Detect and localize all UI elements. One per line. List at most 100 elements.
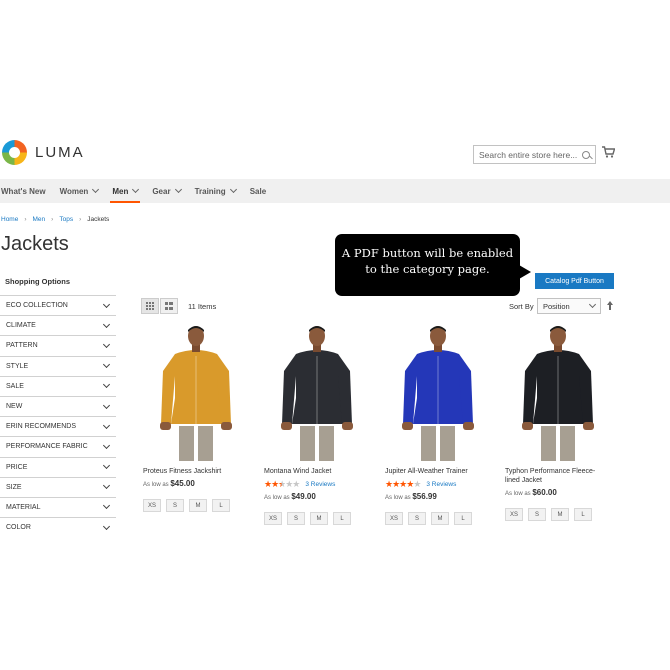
product-image[interactable] <box>383 326 498 461</box>
breadcrumb-men[interactable]: Men <box>33 216 46 223</box>
annotation-callout: A PDF button will be enabled to the cate… <box>335 234 520 296</box>
main-navigation: What's New Women Men Gear Training Sale <box>0 179 670 203</box>
size-swatch-l[interactable]: L <box>333 512 351 525</box>
model-figure <box>522 326 594 461</box>
shopping-options-title: Shopping Options <box>5 277 70 286</box>
size-swatch-m[interactable]: M <box>551 508 569 521</box>
nav-item-sale[interactable]: Sale <box>243 179 273 203</box>
product-name[interactable]: Proteus Fitness Jackshirt <box>143 467 248 476</box>
filter-climate[interactable]: CLIMATE <box>0 315 116 335</box>
breadcrumb-tops[interactable]: Tops <box>59 216 73 223</box>
filter-label: ERIN RECOMMENDS <box>6 423 77 431</box>
size-swatch-l[interactable]: L <box>212 499 230 512</box>
size-swatch-m[interactable]: M <box>431 512 449 525</box>
price-amount: $60.00 <box>532 488 557 497</box>
sort-direction-arrow-icon[interactable] <box>607 301 613 310</box>
reviews-link[interactable]: 3 Reviews <box>426 481 456 488</box>
filter-label: PERFORMANCE FABRIC <box>6 443 88 451</box>
annotation-line-1: A PDF button will be enabled <box>341 246 514 260</box>
search-icon[interactable] <box>582 150 590 159</box>
filter-erin-recommends[interactable]: ERIN RECOMMENDS <box>0 416 116 436</box>
chevron-down-icon <box>102 361 111 369</box>
sort-by-select[interactable]: Position <box>537 298 601 314</box>
nav-item-men[interactable]: Men <box>105 179 145 203</box>
price-amount: $45.00 <box>170 479 195 488</box>
filter-pattern[interactable]: PATTERN <box>0 335 116 355</box>
list-view-button[interactable] <box>160 298 178 314</box>
product-name[interactable]: Montana Wind Jacket <box>264 467 369 476</box>
chevron-down-icon <box>102 320 111 328</box>
nav-item-label: What's New <box>1 186 46 196</box>
filter-label: SIZE <box>6 483 22 491</box>
size-swatch-s[interactable]: S <box>166 499 184 512</box>
product-price: As low as $45.00 <box>143 479 195 488</box>
reviews-link[interactable]: 3 Reviews <box>305 481 335 488</box>
product-image[interactable] <box>503 326 618 461</box>
chevron-down-icon <box>174 185 182 194</box>
chevron-down-icon <box>102 401 111 409</box>
size-swatch-l[interactable]: L <box>454 512 472 525</box>
product-name[interactable]: Jupiter All-Weather Trainer <box>385 467 490 476</box>
size-swatch-xs[interactable]: XS <box>143 499 161 512</box>
product-rating: ★★★★★ 3 Reviews <box>385 479 456 490</box>
chevron-down-icon <box>92 185 100 194</box>
product-image[interactable] <box>262 326 377 461</box>
size-swatches: XS S M L <box>264 512 351 525</box>
nav-item-women[interactable]: Women <box>53 179 106 203</box>
cart-icon[interactable] <box>602 146 615 158</box>
filter-label: COLOR <box>6 524 31 530</box>
nav-item-label: Sale <box>249 186 267 196</box>
product-card[interactable]: Proteus Fitness Jackshirt As low as $45.0… <box>141 326 256 512</box>
breadcrumb-separator: › <box>79 216 82 223</box>
filter-sale[interactable]: SALE <box>0 375 116 396</box>
nav-item-label: Training <box>194 186 226 196</box>
product-image[interactable] <box>141 326 256 461</box>
product-rating: ★★★★★ 3 Reviews <box>264 479 335 490</box>
nav-item-training[interactable]: Training <box>188 179 243 203</box>
product-card[interactable]: Typhon Performance Fleece-lined Jacket As… <box>503 326 618 521</box>
size-swatch-xs[interactable]: XS <box>385 512 403 525</box>
product-card[interactable]: Montana Wind Jacket ★★★★★ 3 Reviews As low … <box>262 326 377 525</box>
search-input[interactable]: Search entire store here... <box>473 145 596 164</box>
price-prefix: As low as <box>264 495 290 501</box>
size-swatch-xs[interactable]: XS <box>264 512 282 525</box>
product-name[interactable]: Typhon Performance Fleece-lined Jacket <box>505 467 610 485</box>
size-swatch-l[interactable]: L <box>574 508 592 521</box>
size-swatch-s[interactable]: S <box>528 508 546 521</box>
filter-size[interactable]: SIZE <box>0 476 116 497</box>
filter-label: CLIMATE <box>6 322 36 330</box>
size-swatches: XS S M L <box>385 512 472 525</box>
size-swatch-m[interactable]: M <box>310 512 328 525</box>
nav-item-what-s-new[interactable]: What's New <box>0 179 53 203</box>
grid-view-button[interactable] <box>141 298 159 314</box>
filter-color[interactable]: COLOR <box>0 517 116 530</box>
products-toolbar: 11 Items Sort By Position <box>141 298 621 314</box>
filter-style[interactable]: STYLE <box>0 355 116 376</box>
filter-price[interactable]: PRICE <box>0 456 116 477</box>
filter-eco-collection[interactable]: ECO COLLECTION <box>0 295 116 315</box>
grid-icon <box>146 302 154 310</box>
size-swatch-s[interactable]: S <box>287 512 305 525</box>
sort-by-value: Position <box>543 301 570 311</box>
chevron-down-icon <box>588 300 597 309</box>
size-swatch-s[interactable]: S <box>408 512 426 525</box>
model-figure <box>402 326 474 461</box>
filter-new[interactable]: NEW <box>0 395 116 416</box>
breadcrumb-home[interactable]: Home <box>1 216 18 223</box>
filter-label: ECO COLLECTION <box>6 302 68 310</box>
size-swatch-m[interactable]: M <box>189 499 207 512</box>
filter-performance-fabric[interactable]: PERFORMANCE FABRIC <box>0 436 116 456</box>
chevron-down-icon <box>102 482 111 490</box>
filter-material[interactable]: MATERIAL <box>0 496 116 517</box>
product-card[interactable]: Jupiter All-Weather Trainer ★★★★★ 3 Review… <box>383 326 498 525</box>
breadcrumb-current: Jackets <box>87 216 110 223</box>
filter-list: ECO COLLECTION CLIMATE PATTERN STYLE SALE NEW… <box>0 295 116 530</box>
rating-stars-icon: ★★★★★ <box>385 479 421 489</box>
sort-by-label: Sort By <box>509 302 534 311</box>
size-swatch-xs[interactable]: XS <box>505 508 523 521</box>
luma-logo[interactable]: LUMA <box>2 140 85 165</box>
annotation-line-2: to the category page. <box>365 262 490 276</box>
nav-item-label: Gear <box>152 186 171 196</box>
catalog-pdf-button[interactable]: Catalog Pdf Button <box>535 273 614 289</box>
nav-item-gear[interactable]: Gear <box>145 179 187 203</box>
